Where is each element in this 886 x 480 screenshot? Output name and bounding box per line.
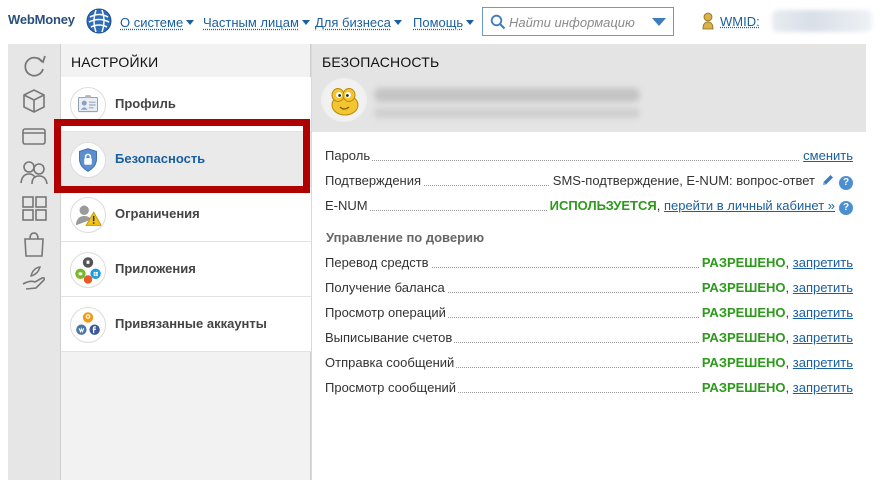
- help-icon[interactable]: ?: [839, 176, 853, 190]
- row-value: ИСПОЛЬЗУЕТСЯ, перейти в личный кабинет »…: [546, 198, 853, 215]
- nav-individuals[interactable]: Частным лицам: [203, 15, 310, 30]
- status-badge: РАЗРЕШЕНО: [701, 280, 786, 295]
- row-label: Отправка сообщений: [325, 355, 457, 370]
- status-badge: РАЗРЕШЕНО: [701, 330, 786, 345]
- trust-management-title: Управление по доверию: [326, 230, 485, 245]
- wallet-icon[interactable]: [18, 120, 50, 152]
- row-value: SMS-подтверждение, E-NUM: вопрос-ответ?: [549, 173, 853, 190]
- deny-link[interactable]: запретить: [793, 355, 853, 370]
- apps-platforms-icon: [70, 252, 106, 288]
- chevron-down-icon: [393, 20, 402, 25]
- row-trust-invoices: Выписывание счетов РАЗРЕШЕНО, запретить: [325, 330, 853, 348]
- top-bar: WebMoney О системе Частным лицам Для биз…: [0, 0, 886, 44]
- contacts-icon[interactable]: [18, 156, 50, 188]
- status-badge: РАЗРЕШЕНО: [701, 255, 786, 270]
- services-icon[interactable]: [18, 192, 50, 224]
- pencil-icon[interactable]: [821, 173, 835, 187]
- profile-card-icon: [70, 87, 106, 123]
- deny-link[interactable]: запретить: [793, 280, 853, 295]
- enum-cabinet-link[interactable]: перейти в личный кабинет »: [664, 198, 835, 213]
- menu-item-restrictions[interactable]: Ограничения: [61, 187, 311, 242]
- chevron-down-icon: [301, 20, 310, 25]
- row-enum: E-NUM ИСПОЛЬЗУЕТСЯ, перейти в личный каб…: [325, 198, 853, 216]
- row-confirmations: Подтверждения SMS-подтверждение, E-NUM: …: [325, 173, 853, 191]
- row-label: Получение баланса: [325, 280, 447, 295]
- row-trust-view-messages: Просмотр сообщений РАЗРЕШЕНО, запретить: [325, 380, 853, 398]
- menu-item-label: Привязанные аккаунты: [115, 316, 267, 331]
- box-icon[interactable]: [18, 84, 50, 116]
- chevron-down-icon: [186, 20, 195, 25]
- row-label: Перевод средств: [325, 255, 431, 270]
- row-trust-transfer: Перевод средств РАЗРЕШЕНО, запретить: [325, 255, 853, 273]
- row-trust-send-messages: Отправка сообщений РАЗРЕШЕНО, запретить: [325, 355, 853, 373]
- confirmations-value: SMS-подтверждение, E-NUM: вопрос-ответ: [552, 173, 815, 188]
- chevron-down-icon: [466, 20, 475, 25]
- menu-item-label: Профиль: [115, 96, 176, 111]
- row-label: Просмотр сообщений: [325, 380, 459, 395]
- wmid-value-redacted: [772, 10, 872, 32]
- row-label: Просмотр операций: [325, 305, 448, 320]
- nav-help[interactable]: Помощь: [413, 15, 475, 30]
- row-label: E-NUM: [325, 198, 370, 213]
- search-input[interactable]: [509, 13, 645, 31]
- wmid-link[interactable]: WMID:: [720, 14, 760, 29]
- highlight-box: [54, 119, 310, 193]
- user-icon: [702, 12, 714, 30]
- row-label: Пароль: [325, 148, 373, 163]
- row-label: Выписывание счетов: [325, 330, 455, 345]
- search-dropdown-icon[interactable]: [652, 18, 666, 26]
- row-value: сменить: [800, 148, 853, 163]
- logo-text[interactable]: WebMoney: [8, 12, 75, 27]
- menu-item-label: Приложения: [115, 261, 196, 276]
- deny-link[interactable]: запретить: [793, 330, 853, 345]
- security-header: БЕЗОПАСНОСТЬ: [312, 44, 866, 132]
- status-badge: РАЗРЕШЕНО: [701, 380, 786, 395]
- refresh-icon[interactable]: [18, 50, 50, 82]
- settings-title: НАСТРОЙКИ: [71, 54, 159, 70]
- row-trust-operations: Просмотр операций РАЗРЕШЕНО, запретить: [325, 305, 853, 323]
- search-box: [482, 7, 674, 36]
- restriction-warning-icon: [70, 197, 106, 233]
- row-value: РАЗРЕШЕНО, запретить: [698, 255, 853, 270]
- nav-business[interactable]: Для бизнеса: [315, 15, 402, 30]
- row-label: Подтверждения: [325, 173, 424, 188]
- user-details-redacted: [374, 108, 640, 118]
- search-icon: [490, 14, 506, 30]
- row-value: РАЗРЕШЕНО, запретить: [698, 280, 853, 295]
- row-value: РАЗРЕШЕНО, запретить: [698, 380, 853, 395]
- menu-item-linked-accounts[interactable]: Привязанные аккаунты: [61, 297, 311, 352]
- menu-item-applications[interactable]: Приложения: [61, 242, 311, 297]
- settings-menu: НАСТРОЙКИ Профиль Безопасность Ограничен…: [61, 44, 311, 480]
- status-badge: РАЗРЕШЕНО: [701, 305, 786, 320]
- row-value: РАЗРЕШЕНО, запретить: [698, 305, 853, 320]
- security-panel: БЕЗОПАСНОСТЬ Пароль сменить Подтверждени…: [312, 44, 866, 480]
- user-name-redacted: [374, 88, 640, 102]
- social-accounts-icon: [70, 307, 106, 343]
- nav-about[interactable]: О системе: [120, 15, 195, 30]
- shopping-bag-icon[interactable]: [18, 228, 50, 260]
- avatar[interactable]: [321, 78, 367, 122]
- hand-icon[interactable]: [18, 262, 50, 294]
- deny-link[interactable]: запретить: [793, 305, 853, 320]
- row-password: Пароль сменить: [325, 148, 853, 166]
- status-badge: РАЗРЕШЕНО: [701, 355, 786, 370]
- webmoney-globe-icon[interactable]: [86, 8, 112, 34]
- menu-item-label: Ограничения: [115, 206, 200, 221]
- status-badge: ИСПОЛЬЗУЕТСЯ: [549, 198, 657, 213]
- row-trust-balance: Получение баланса РАЗРЕШЕНО, запретить: [325, 280, 853, 298]
- deny-link[interactable]: запретить: [793, 255, 853, 270]
- service-icon-bar: [8, 44, 61, 480]
- row-value: РАЗРЕШЕНО, запретить: [698, 355, 853, 370]
- security-title: БЕЗОПАСНОСТЬ: [322, 54, 440, 70]
- help-icon[interactable]: ?: [839, 201, 853, 215]
- row-value: РАЗРЕШЕНО, запретить: [698, 330, 853, 345]
- deny-link[interactable]: запретить: [793, 380, 853, 395]
- change-password-link[interactable]: сменить: [803, 148, 853, 163]
